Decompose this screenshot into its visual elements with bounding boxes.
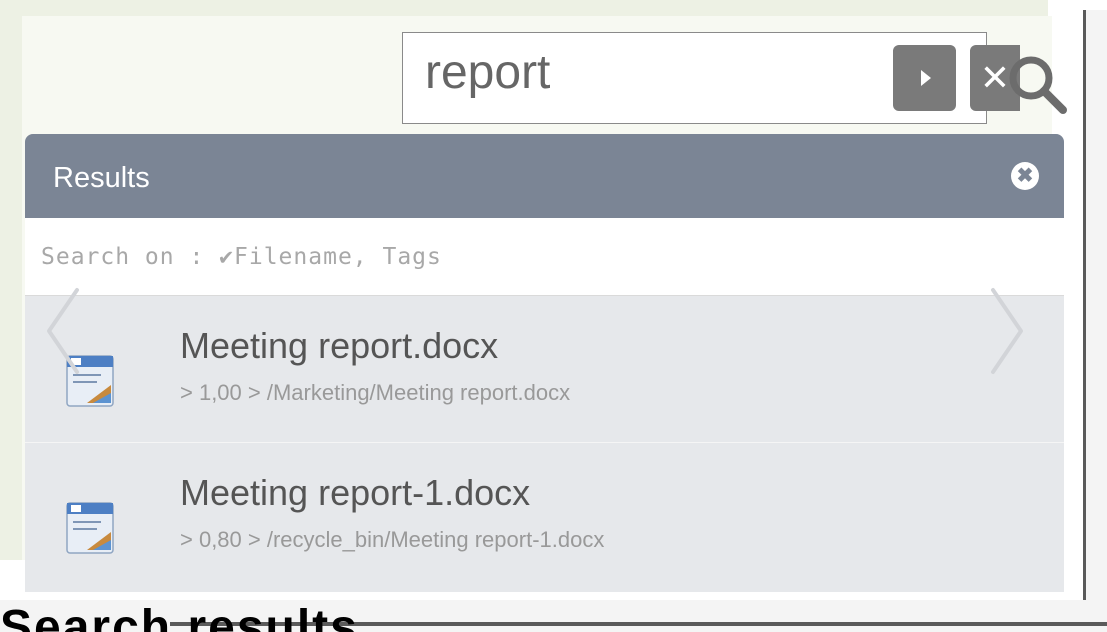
results-title: Results (53, 162, 150, 194)
result-item[interactable]: Meeting report.docx > 1,00 > /Marketing/… (25, 297, 1064, 443)
results-header: Results ✖ (25, 134, 1064, 218)
chevron-left-icon[interactable] (43, 286, 83, 376)
search-on-bar: Search on : ✔Filename, Tags (25, 218, 1064, 296)
result-path: > 1,00 > /Marketing/Meeting report.docx (180, 380, 571, 405)
result-item[interactable]: Meeting report-1.docx > 0,80 > /recycle_… (25, 444, 1064, 589)
close-results-icon[interactable]: ✖ (1011, 162, 1039, 190)
result-filename: Meeting report.docx (180, 325, 499, 366)
background-heading-cut: Search results (0, 604, 359, 632)
chevron-right-icon[interactable] (987, 286, 1027, 376)
result-filename: Meeting report-1.docx (180, 472, 531, 513)
search-on-label: Search on : ✔Filename, Tags (41, 244, 442, 270)
search-icon[interactable] (1005, 52, 1067, 114)
background-top-strip (0, 0, 1048, 16)
result-path: > 0,80 > /recycle_bin/Meeting report-1.d… (180, 527, 605, 552)
docx-file-icon (66, 502, 114, 554)
search-go-button[interactable] (893, 45, 956, 111)
results-panel: Results ✖ Search on : ✔Filename, Tags Me… (25, 134, 1064, 592)
window-right-frame (1083, 10, 1107, 632)
search-input-value: report (425, 46, 551, 99)
play-icon (921, 70, 931, 86)
background-left-strip (0, 0, 22, 560)
